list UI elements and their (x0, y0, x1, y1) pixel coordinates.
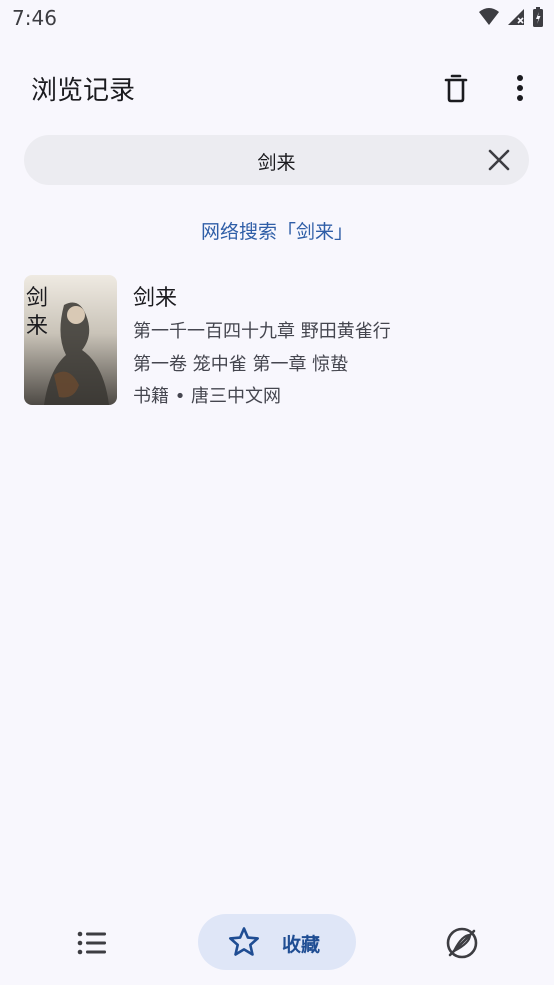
explore-icon (446, 927, 478, 959)
nav-explore[interactable] (442, 923, 482, 963)
cover-title-char-2: 来 (26, 314, 48, 339)
cover-title-char-1: 剑 (26, 286, 48, 311)
search-input[interactable]: 剑来 (24, 148, 529, 175)
trash-icon (444, 74, 468, 103)
book-cover-image: 剑 来 (24, 275, 117, 405)
list-item[interactable]: 剑 来 剑来 第一千一百四十九章 野田黄雀行 第一卷 笼中雀 第一章 惊蛰 书籍… (24, 274, 530, 407)
battery-icon (533, 7, 543, 27)
status-time: 7:46 (12, 6, 57, 30)
more-vert-icon (517, 75, 523, 101)
signal-icon (508, 9, 524, 25)
status-bar: 7:46 (0, 0, 554, 38)
list-icon (77, 931, 106, 955)
nav-favorites-label: 收藏 (282, 934, 321, 956)
close-icon (488, 149, 510, 171)
book-cover: 剑 来 (24, 275, 117, 405)
delete-history-button[interactable] (436, 68, 476, 108)
search-bar[interactable]: 剑来 (24, 135, 529, 185)
web-search-link[interactable]: 网络搜索「剑来」 (0, 217, 554, 244)
page-title: 浏览记录 (31, 76, 136, 106)
read-progress: 第一卷 笼中雀 第一章 惊蛰 (133, 354, 349, 375)
status-icons (478, 6, 544, 28)
clear-search-button[interactable] (483, 144, 515, 176)
app-bar: 浏览记录 (0, 56, 554, 120)
bottom-nav: 收藏 (0, 905, 554, 985)
latest-chapter: 第一千一百四十九章 野田黄雀行 (133, 321, 391, 342)
more-options-button[interactable] (500, 68, 540, 108)
book-title: 剑来 (133, 286, 178, 311)
nav-bookshelf[interactable] (72, 925, 112, 961)
nav-favorites[interactable]: 收藏 (198, 914, 356, 970)
book-source: 书籍 • 唐三中文网 (133, 386, 282, 407)
star-icon (229, 927, 259, 956)
wifi-icon (479, 8, 499, 25)
